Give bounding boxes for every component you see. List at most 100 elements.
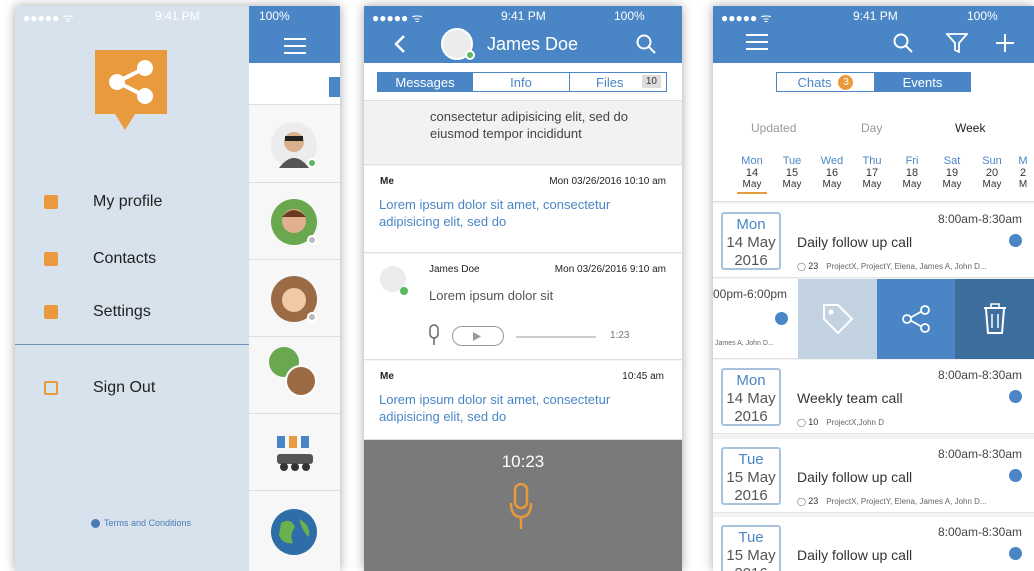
hamburger-menu-icon[interactable]: [284, 38, 306, 54]
event-card[interactable]: Mon 14 May 2016 8:00am-8:30am Weekly team …: [713, 360, 1034, 434]
filter-icon[interactable]: [946, 33, 968, 53]
week-day[interactable]: Wed 16 May: [817, 155, 847, 191]
event-card-swiped[interactable]: 00pm-6:00pm James A, John D...: [713, 279, 1034, 359]
record-microphone-icon[interactable]: [509, 483, 533, 531]
tag-action-button[interactable]: [798, 279, 877, 359]
phone-events-screen: ●●●●● ᯤ 9:41 PM 100% Chats 3 Events Upda…: [713, 6, 1034, 571]
selected-day-indicator: [737, 192, 767, 194]
signal-indicator: ●●●●● ᯤ: [23, 11, 74, 25]
event-time: 8:00am-8:30am: [937, 447, 1022, 461]
menu-item-sign-out[interactable]: Sign Out: [15, 373, 249, 403]
status-bar: ●●●●● ᯤ 9:41 PM 100%: [713, 6, 1034, 26]
subtab-day[interactable]: Day: [861, 121, 882, 135]
week-day[interactable]: Tue 15 May: [777, 155, 807, 191]
subtab-week[interactable]: Week: [955, 121, 985, 135]
voice-recorder-panel: 10:23: [364, 440, 682, 571]
tab-indicator: [329, 77, 340, 97]
message-bubble: Me Mon 03/26/2016 10:10 am Lorem ipsum d…: [364, 166, 682, 253]
menu-item-contacts[interactable]: Contacts: [15, 244, 249, 274]
event-participants: ◯ 23 ProjectX, ProjectY, Elena, James A, …: [797, 261, 987, 271]
calendar-icon: [1009, 234, 1022, 247]
share-action-button[interactable]: [877, 279, 955, 359]
avatar: [285, 365, 317, 397]
event-card[interactable]: Tue15 May2016 8:00am-8:30am Daily follow…: [713, 439, 1034, 513]
terms-link[interactable]: Terms and Conditions: [91, 518, 191, 528]
status-bar: ●●●●● ᯤ 9:41 PM 100%: [364, 6, 682, 26]
search-icon[interactable]: [636, 34, 656, 54]
list-subheader: [249, 63, 340, 105]
event-time: 00pm-6:00pm: [713, 287, 788, 301]
week-strip: Mon 14 May Tue 15 May Wed 16 May Thu 17 May Fri 1…: [713, 147, 1034, 202]
contact-row[interactable]: [249, 491, 340, 568]
settings-icon: [44, 305, 58, 319]
add-icon[interactable]: [995, 33, 1015, 53]
tab-chats[interactable]: Chats 3: [776, 72, 875, 92]
battery-indicator: 100%: [259, 9, 290, 23]
event-date-badge: Tue15 May2016: [721, 525, 781, 571]
menu-label: My profile: [93, 193, 163, 210]
contact-row-group[interactable]: [249, 337, 340, 414]
tab-messages[interactable]: Messages: [377, 72, 473, 92]
event-card[interactable]: Tue15 May2016 8:00am-8:30am Daily follow…: [713, 517, 1034, 571]
event-time: 8:00am-8:30am: [937, 368, 1022, 382]
online-status-badge: [400, 287, 408, 295]
message-text: Lorem ipsum dolor sit amet, consectetur …: [379, 392, 611, 424]
offline-status-badge: [307, 235, 317, 245]
tab-info[interactable]: Info: [472, 72, 570, 92]
week-day[interactable]: Sun 20 May: [977, 155, 1007, 191]
delete-action-button[interactable]: [955, 279, 1034, 359]
contact-row-group[interactable]: [249, 414, 340, 491]
event-title: Weekly team call: [797, 390, 903, 406]
event-participants: James A, John D...: [715, 340, 774, 347]
event-card[interactable]: Mon 14 May 2016 8:00am-8:30am Daily follow…: [713, 204, 1034, 278]
trash-icon: [984, 303, 1006, 334]
tab-files[interactable]: Files 10: [569, 72, 667, 92]
contact-row[interactable]: [249, 106, 340, 183]
app-logo-icon: [95, 50, 167, 130]
tab-label: Files: [596, 74, 624, 90]
events-tabs: Chats 3 Events: [713, 63, 1034, 105]
status-bar: 100%: [249, 6, 340, 26]
status-time: 9:41 PM: [501, 9, 546, 23]
side-drawer: ●●●●● ᯤ 9:41 PM My profile Contacts Sett…: [15, 6, 249, 571]
battery-indicator: 100%: [967, 9, 998, 23]
chats-count-badge: 3: [838, 74, 854, 90]
menu-label: Settings: [93, 303, 151, 320]
search-icon[interactable]: [893, 33, 913, 53]
week-day[interactable]: Thu 17 May: [857, 155, 887, 191]
share-icon: [902, 305, 930, 333]
hamburger-menu-icon[interactable]: [746, 34, 768, 50]
week-day[interactable]: M2M: [1013, 155, 1033, 191]
message-sender: James Doe: [429, 264, 480, 275]
message-text: consectetur adipisicing elit, sed do eiu…: [430, 109, 629, 141]
menu-divider: [15, 344, 249, 345]
calendar-icon: [1009, 469, 1022, 482]
contacts-icon: [44, 252, 58, 266]
menu-label: Sign Out: [93, 379, 156, 396]
play-button[interactable]: [452, 326, 504, 346]
calendar-icon: [1009, 390, 1022, 403]
message-time: 10:45 am: [622, 371, 664, 382]
menu-item-settings[interactable]: Settings: [15, 297, 249, 327]
contact-row[interactable]: [249, 260, 340, 337]
menu-item-my-profile[interactable]: My profile: [15, 187, 249, 217]
terms-label: Terms and Conditions: [104, 518, 192, 528]
week-day[interactable]: Sat 19 May: [937, 155, 967, 191]
events-header: ●●●●● ᯤ 9:41 PM 100%: [713, 6, 1034, 63]
message-text: Lorem ipsum dolor sit amet, consectetur …: [379, 197, 611, 229]
chat-tabs: Messages Info Files 10: [364, 63, 682, 101]
audio-progress-track[interactable]: [516, 336, 596, 338]
earth-avatar: [271, 509, 317, 555]
subtab-updated[interactable]: Updated: [751, 121, 796, 135]
tab-events[interactable]: Events: [874, 72, 971, 92]
calendar-icon: [1009, 547, 1022, 560]
contact-name: James Doe: [487, 34, 579, 54]
message-bubble: consectetur adipisicing elit, sed do eiu…: [364, 101, 682, 165]
contact-row[interactable]: [249, 183, 340, 260]
event-time: 8:00am-8:30am: [937, 212, 1022, 226]
back-chevron-icon[interactable]: [394, 34, 406, 54]
contact-list-peek: 100%: [249, 6, 340, 571]
week-day[interactable]: Fri 18 May: [897, 155, 927, 191]
group-team-icon: [277, 436, 313, 471]
week-day[interactable]: Mon 14 May: [737, 155, 767, 194]
